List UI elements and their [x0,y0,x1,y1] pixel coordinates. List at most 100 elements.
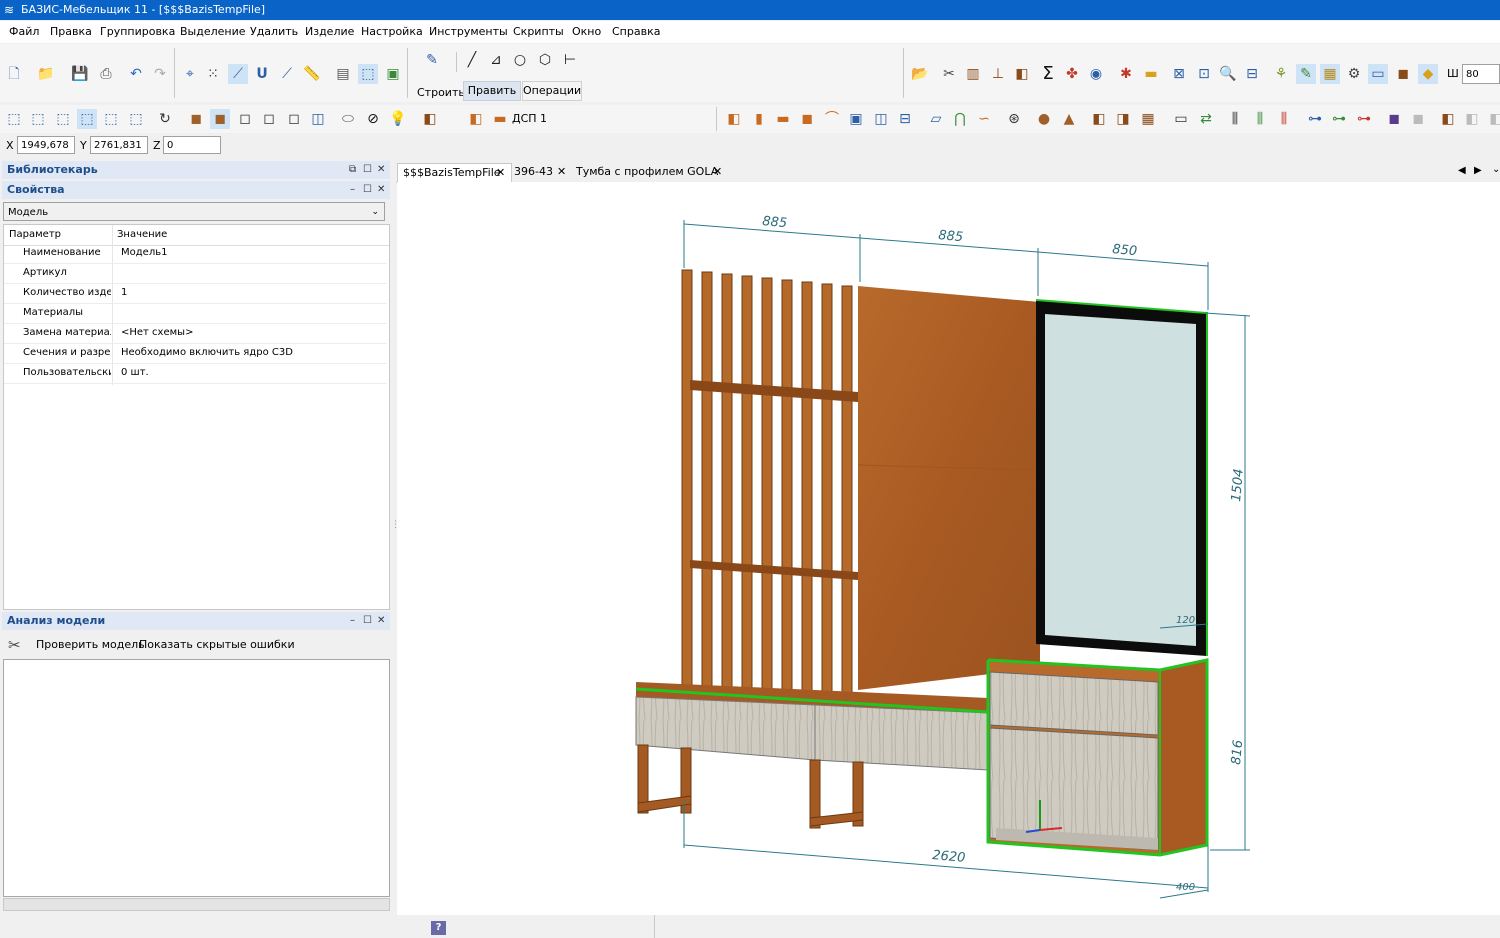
menu-settings[interactable]: Настройка [361,25,423,38]
cabinet-icon[interactable]: ▥ [963,64,983,84]
width-input[interactable]: 80 [1462,64,1500,84]
back-panel-icon[interactable]: ◼ [797,109,817,129]
disabled-box-icon[interactable]: ◼ [1408,109,1428,129]
close-icon[interactable]: ✕ [377,181,385,199]
menu-group[interactable]: Группировка [100,25,175,38]
zoom-extents-icon[interactable]: ⊠ [1169,64,1189,84]
menu-delete[interactable]: Удалить [250,25,298,38]
print-icon[interactable]: ⎙ [96,64,116,84]
facade-icon[interactable]: ▦ [1138,109,1158,129]
frame-icon[interactable]: ▣ [846,109,866,129]
menu-edit[interactable]: Правка [50,25,92,38]
split-view-icon[interactable]: ◫ [308,109,328,129]
property-row[interactable]: Артикул [4,263,387,284]
property-row[interactable]: Материалы [4,303,387,324]
box-group-icon[interactable]: ◨ [1113,109,1133,129]
line-icon[interactable]: ╱ [462,50,482,70]
tab-edit[interactable]: Править [463,81,521,101]
property-value[interactable]: 0 шт. [121,363,149,383]
minimize-icon[interactable]: – [350,612,355,630]
property-value[interactable]: 1 [121,283,127,303]
y-input[interactable]: 2761,831 [90,136,148,154]
menu-scripts[interactable]: Скрипты [513,25,564,38]
polygon-icon[interactable]: ⬡ [535,50,555,70]
bend-icon[interactable]: ∽ [974,109,994,129]
fastener-remove-icon[interactable]: ⊶ [1354,109,1374,129]
snap-nodes-icon[interactable]: ⌖ [180,64,200,84]
light-bulb-icon[interactable]: 💡 [388,109,408,129]
profile-icon[interactable]: ▱ [926,109,946,129]
render-wire-icon[interactable]: ◻ [235,109,255,129]
window-icon[interactable]: ▭ [1171,109,1191,129]
arrow-left-icon[interactable]: ◀ [1458,165,1466,176]
edge-remove-icon[interactable]: ⫼ [1274,109,1294,129]
sigma-icon[interactable]: Σ [1038,64,1058,84]
render-solid-icon[interactable]: ◼ [186,109,206,129]
menu-product[interactable]: Изделие [305,25,354,38]
library-icon[interactable]: 📂 [910,64,930,84]
menu-tools[interactable]: Инструменты [429,25,508,38]
assembly-disabled-2-icon[interactable]: ◧ [1486,109,1500,129]
rotate-icon[interactable]: ↻ [155,109,175,129]
properties-panel-header[interactable]: Свойства – ☐ ✕ [2,181,390,199]
view-left-icon[interactable]: ⬚ [53,109,73,129]
check-model-button[interactable]: Проверить модель [36,638,145,651]
box-icon[interactable]: ◧ [1012,64,1032,84]
ruler-icon[interactable]: 📏 [302,64,322,84]
vertical-panel-icon[interactable]: ▮ [749,109,769,129]
camera-icon[interactable]: ⬭ [338,109,358,129]
preview-icon[interactable]: ▭ [1368,64,1388,84]
tab-396-43[interactable]: 396-43 ✕ [512,163,570,181]
zoom-icon[interactable]: 🔍 [1218,64,1238,84]
minimize-icon[interactable]: – [350,181,355,199]
edge-icon[interactable]: ⫼ [1225,109,1245,129]
material-apply-icon[interactable]: ◧ [466,109,486,129]
select-frame-icon[interactable]: ⬚ [358,64,378,84]
dimension-icon[interactable]: ⊢ [560,50,580,70]
fittings-icon[interactable]: ⊛ [1004,109,1024,129]
property-value[interactable]: Необходимо включить ядро C3D [121,343,293,363]
parallel-line-icon[interactable]: ⊿ [486,50,506,70]
render-textured-icon[interactable]: ◼ [210,109,230,129]
texture-icon[interactable]: ◆ [1418,64,1438,84]
property-row[interactable]: Замена материало <Нет схемы> [4,323,387,344]
x-input[interactable]: 1949,678 [17,136,75,154]
pyramid-icon[interactable]: ▲ [1059,109,1079,129]
view-iso-icon[interactable]: ⬚ [77,109,97,129]
view-top-icon[interactable]: ⬚ [28,109,48,129]
maximize-icon[interactable]: ☐ [363,612,372,630]
close-icon[interactable]: ✕ [377,161,385,179]
drawer-front[interactable] [635,696,816,761]
fastener-icon[interactable]: ⊶ [1305,109,1325,129]
close-icon[interactable]: ✕ [377,612,385,630]
property-row[interactable]: Пользовательские 0 шт. [4,363,387,384]
close-icon[interactable]: ✕ [496,164,505,182]
arch-icon[interactable]: ⋂ [950,109,970,129]
material-label[interactable]: ДСП 1 [512,112,547,125]
maximize-icon[interactable]: ☐ [363,161,372,179]
edge-add-icon[interactable]: ⫼ [1250,109,1270,129]
menu-file[interactable]: Файл [9,25,39,38]
build-label[interactable]: Строить [417,86,465,99]
wall-panel[interactable] [858,286,1040,690]
chevron-down-icon[interactable]: ⌄ [1492,164,1500,175]
slats[interactable] [681,269,858,707]
replace-icon[interactable]: ⇄ [1196,109,1216,129]
dsp-swatch-icon[interactable]: ▬ [490,109,510,129]
arrow-right-icon[interactable]: ▶ [1474,165,1482,176]
property-row[interactable]: Сечения и разрезы Необходимо включить ядр… [4,343,387,364]
property-row[interactable]: Наименование Модель1 [4,243,387,264]
sphere-icon[interactable]: ● [1034,109,1054,129]
panel-icon[interactable]: ◧ [724,109,744,129]
cut-icon[interactable]: ✂ [939,64,959,84]
maximize-icon[interactable]: ☐ [363,181,372,199]
v-split-icon[interactable]: ◫ [871,109,891,129]
tab-operations[interactable]: Операции [522,81,582,101]
material-icon[interactable]: ◼ [1393,64,1413,84]
view-right-icon[interactable]: ⬚ [101,109,121,129]
horizontal-panel-icon[interactable]: ▬ [773,109,793,129]
purple-box-icon[interactable]: ◼ [1384,109,1404,129]
float-icon[interactable]: ⧉ [349,161,356,179]
undo-icon[interactable]: ↶ [126,64,146,84]
fastener-add-icon[interactable]: ⊶ [1329,109,1349,129]
